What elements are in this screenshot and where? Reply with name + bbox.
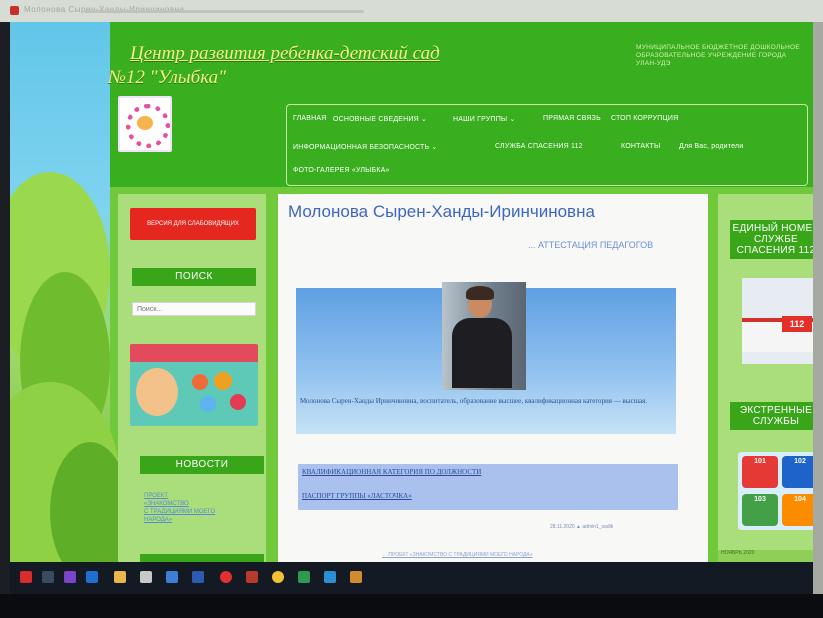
main-navigation: ГЛАВНАЯ ОСНОВНЫЕ СВЕДЕНИЯ ⌄ НАШИ ГРУППЫ …: [286, 104, 808, 186]
banner-bubble: [214, 372, 232, 390]
news-widget-title: НОВОСТИ: [140, 456, 264, 474]
opera-icon[interactable]: [220, 571, 232, 583]
emergency-services-title: ЭКСТРЕННЫЕ СЛУЖБЫ: [730, 402, 813, 430]
calendar-widget-title: НОЯБРЬ 2020: [718, 550, 813, 562]
organization-name: МУНИЦИПАЛЬНОЕ БЮДЖЕТНОЕ ДОШКОЛЬНОЕ ОБРАЗ…: [636, 44, 801, 67]
qualification-document-link[interactable]: КВАЛИФИКАЦИОННАЯ КАТЕГОРИЯ ПО ДОЛЖНОСТИ: [302, 468, 481, 476]
banner-bubble: [230, 394, 246, 410]
emergency-number-fire: 101: [742, 456, 778, 488]
photo-person-body: [452, 318, 512, 388]
site-title-link[interactable]: Центр развития ребенка-детский сад №12 "…: [108, 42, 490, 88]
rescue-112-widget-title: ЕДИНЫЙ НОМЕР СЛУЖБЕ СПАСЕНИЯ 112: [730, 220, 813, 259]
banner-bubble: [200, 396, 216, 412]
document-links-block: КВАЛИФИКАЦИОННАЯ КАТЕГОРИЯ ПО ДОЛЖНОСТИ …: [298, 464, 678, 510]
media-icon[interactable]: [350, 571, 362, 583]
photo-person-hair: [466, 286, 494, 300]
teacher-description: Молонова Сырен-Ханды Иринчиновна, воспит…: [300, 397, 648, 405]
number-112-badge: 112: [782, 316, 812, 332]
store-icon[interactable]: [140, 571, 152, 583]
nav-item-rescue-112[interactable]: СЛУЖБА СПАСЕНИЯ 112: [495, 143, 583, 150]
banner-bubble: [192, 374, 208, 390]
edge-icon[interactable]: [86, 571, 98, 583]
mail-icon[interactable]: [166, 571, 178, 583]
nav-item-home[interactable]: ГЛАВНАЯ: [293, 115, 327, 122]
nav-item-stop-corruption[interactable]: СТОП КОРРУПЦИЯ: [611, 115, 678, 122]
low-vision-version-button[interactable]: ВЕРСИЯ ДЛЯ СЛАБОВИДЯЩИХ: [130, 208, 256, 240]
site-title-line2: №12 "Улыбка": [108, 67, 227, 88]
news-link-list[interactable]: ПРОЕКТ «ЗНАКОМСТВО С ТРАДИЦИЯМИ МОЕГО НА…: [144, 492, 234, 524]
emergency-number-police: 102: [782, 456, 813, 488]
search-input[interactable]: [132, 302, 256, 316]
search-widget-title: ПОИСК: [132, 268, 256, 286]
explorer-icon[interactable]: [114, 571, 126, 583]
right-sidebar: ЕДИНЫЙ НОМЕР СЛУЖБЕ СПАСЕНИЯ 112 112 ЭКС…: [718, 194, 813, 562]
word-icon[interactable]: [192, 571, 204, 583]
nav-item-our-groups[interactable]: НАШИ ГРУППЫ ⌄: [453, 115, 516, 123]
left-sidebar: ВЕРСИЯ ДЛЯ СЛАБОВИДЯЩИХ ПОИСК НОВОСТИ ПР…: [118, 194, 266, 562]
web-page: Центр развития ребенка-детский сад №12 "…: [10, 22, 813, 562]
category-link[interactable]: ... АТТЕСТАЦИЯ ПЕДАГОГОВ: [528, 240, 653, 250]
task-view-icon[interactable]: [64, 571, 76, 583]
banner-child-figure: [136, 368, 178, 416]
nav-item-for-parents[interactable]: Для Вас, родители: [679, 143, 743, 150]
background-forest-art: [10, 22, 130, 562]
site-title-line1: Центр развития ребенка-детский сад: [130, 43, 440, 64]
emergency-services-image[interactable]: 101 102 103 104: [738, 452, 813, 530]
windows-taskbar: [10, 562, 813, 594]
nav-item-contacts[interactable]: КОНТАКТЫ: [621, 143, 660, 150]
photos-icon[interactable]: [246, 571, 258, 583]
teacher-photo-block: Молонова Сырен-Ханды Иринчиновна, воспит…: [296, 282, 676, 434]
browser-tab-bar: Молонова Сырен-Ханды-Иринчиновна: [0, 0, 823, 23]
previous-post-link[interactable]: ← ПРОЕКТ «ЗНАКОМСТВО С ТРАДИЦИЯМИ МОЕГО …: [382, 552, 533, 558]
nav-item-direct-contact[interactable]: ПРЯМАЯ СВЯЗЬ: [543, 115, 601, 122]
news-link-line[interactable]: НАРОДА»: [144, 516, 234, 524]
emergency-number-gas: 104: [782, 494, 813, 526]
post-meta: 28.11.2020 ▲ admin1_sadik: [550, 524, 614, 530]
nav-item-photo-gallery[interactable]: ФОТО-ГАЛЕРЕЯ «УЛЫБКА»: [293, 167, 390, 174]
next-widget-title: [140, 554, 264, 562]
main-content: Молонова Сырен-Ханды-Иринчиновна ... АТТ…: [278, 194, 708, 562]
nav-item-info-security[interactable]: ИНФОРМАЦИОННАЯ БЕЗОПАСНОСТЬ ⌄: [293, 143, 437, 151]
app-icon-2[interactable]: [324, 571, 336, 583]
teacher-photo[interactable]: [442, 282, 526, 390]
browser-tab-title[interactable]: Молонова Сырен-Ханды-Иринчиновна: [24, 5, 444, 17]
monitor-bezel-left: [0, 22, 10, 594]
monitor-bezel-bottom: [0, 594, 823, 618]
nav-item-basic-info[interactable]: ОСНОВНЫЕ СВЕДЕНИЯ ⌄: [333, 115, 427, 123]
windows-icon[interactable]: [20, 571, 32, 583]
rescue-112-image[interactable]: 112: [742, 278, 813, 364]
emergency-number-ambulance: 103: [742, 494, 778, 526]
news-link-line[interactable]: ПРОЕКТ: [144, 492, 234, 500]
search-icon[interactable]: [42, 571, 54, 583]
logo-face: [137, 116, 153, 130]
monitor-bezel-right: [813, 22, 823, 594]
app-icon[interactable]: [298, 571, 310, 583]
news-link-line[interactable]: С ТРАДИЦИЯМИ МОЕГО: [144, 508, 234, 516]
browser-favicon-icon: [10, 6, 19, 15]
banner-header-strip: [130, 344, 258, 362]
group-passport-link[interactable]: ПАСПОРТ ГРУППЫ «ЛАСТОЧКА»: [302, 492, 412, 500]
kindergarten-logo[interactable]: [118, 96, 172, 152]
news-link-line[interactable]: «ЗНАКОМСТВО: [144, 500, 234, 508]
post-title: Молонова Сырен-Ханды-Иринчиновна: [288, 202, 595, 221]
chrome-icon[interactable]: [272, 571, 284, 583]
safety-banner[interactable]: [130, 344, 258, 426]
